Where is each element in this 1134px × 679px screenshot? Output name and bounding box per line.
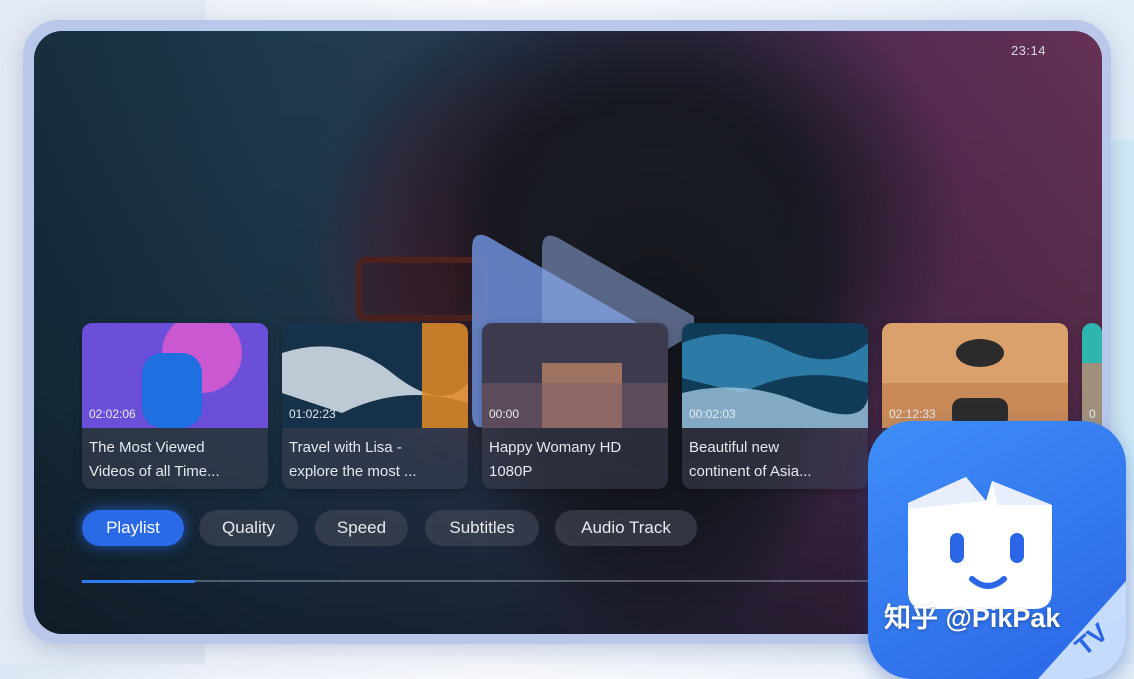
tab-subtitles[interactable]: Subtitles <box>425 510 539 546</box>
tab-playlist[interactable]: Playlist <box>82 510 184 546</box>
video-duration: 00:00 <box>489 407 520 421</box>
playlist-card[interactable]: 01:02:23 Travel with Lisa - explore the … <box>282 323 468 489</box>
playlist-card[interactable]: 00:00 Happy Womany HD 1080P <box>482 323 668 489</box>
video-title: Travel with Lisa - explore the most ... <box>289 439 417 480</box>
pikpak-mascot-icon: TV <box>908 477 1126 679</box>
pikpak-tv-app-icon: TV <box>868 421 1126 679</box>
video-title: Happy Womany HD 1080P <box>489 439 622 480</box>
tab-quality[interactable]: Quality <box>199 510 298 546</box>
playback-progress-fill <box>82 580 196 583</box>
watermark-text: 知乎 @PikPak <box>884 603 1061 633</box>
video-title: Beautiful new continent of Asia... <box>689 439 812 480</box>
clock-time: 23:14 <box>1010 43 1046 58</box>
video-duration: 00:02:03 <box>689 407 736 421</box>
playlist-card[interactable]: 02:02:06 The Most Viewed Videos of all T… <box>82 323 268 489</box>
video-duration: 01:02:23 <box>289 407 336 421</box>
video-duration: 02:12:33 <box>889 407 936 421</box>
playlist-card[interactable]: 00:02:03 Beautiful new continent of Asia… <box>682 323 868 489</box>
tab-speed[interactable]: Speed <box>315 510 408 546</box>
playback-progress-bar[interactable] <box>82 580 892 583</box>
tab-audio-track[interactable]: Audio Track <box>555 510 697 546</box>
video-title: The Most Viewed Videos of all Time... <box>89 439 220 480</box>
video-duration: 0 <box>1089 407 1096 421</box>
video-duration: 02:02:06 <box>89 407 136 421</box>
